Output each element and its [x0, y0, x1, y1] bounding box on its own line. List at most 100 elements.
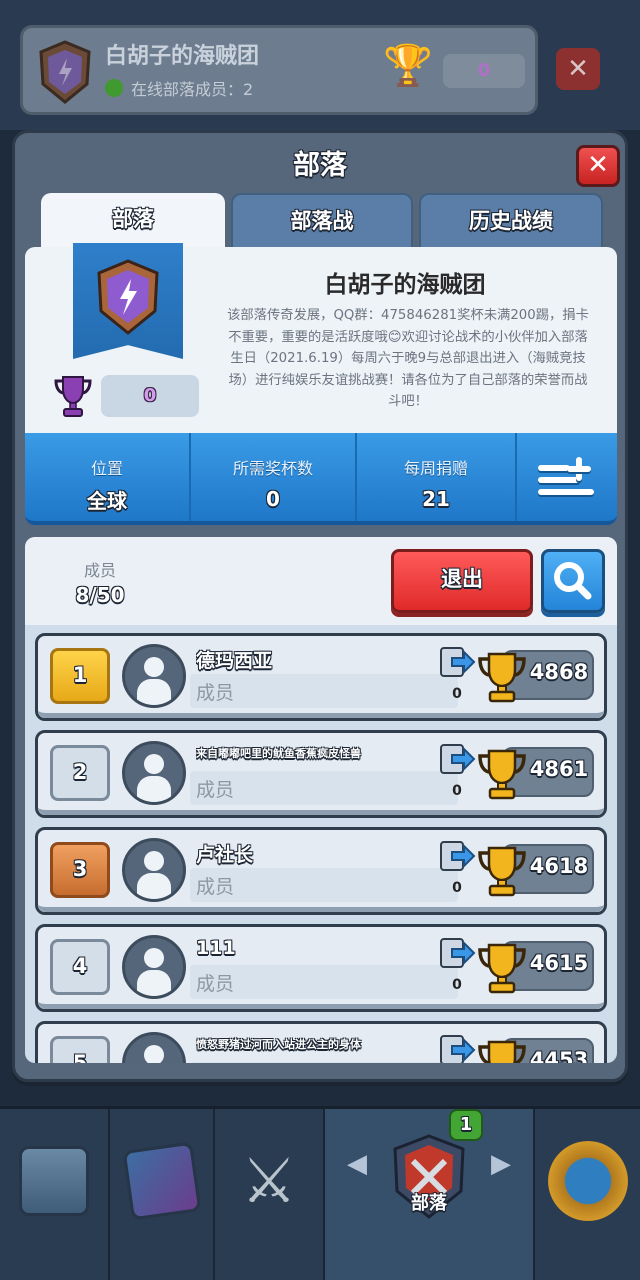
member-role: 成员: [196, 779, 235, 801]
online-members: 在线部落成员：2: [105, 76, 253, 100]
card-donation-icon: [440, 744, 476, 774]
member-row[interactable]: 2 来自嘟嘟吧里的鱿鱼香蕉疯皮怪兽成员 0 4861: [35, 730, 607, 818]
trophy-icon: [478, 749, 526, 800]
tab-war-history[interactable]: 历史战绩: [419, 193, 603, 249]
members-header: 成员 8/50 退出: [25, 537, 617, 625]
stat-location: 位置 全球: [25, 433, 191, 521]
member-rank: 2: [50, 745, 110, 801]
member-row-inner: 2 来自嘟嘟吧里的鱿鱼香蕉疯皮怪兽成员 0 4861: [38, 733, 604, 815]
avatar-icon: [122, 741, 186, 805]
clan-badge-icon: [97, 259, 159, 335]
online-members-label: 在线部落成员：2: [131, 80, 254, 99]
member-role: 成员: [196, 973, 235, 995]
member-donations: 0: [452, 977, 462, 993]
clan-stats-bar: 位置 全球 所需奖杯数 0 每周捐赠 21: [25, 433, 617, 525]
member-name: 111: [196, 937, 236, 959]
clan-notification-badge: 1: [449, 1109, 483, 1141]
treasure-chest-icon: [19, 1146, 89, 1216]
trophy-icon: [478, 846, 526, 897]
members-label: 成员: [83, 561, 116, 580]
member-row-inner: 3 卢社长成员 0 4618: [38, 830, 604, 912]
clan-name: 白胡子的海贼团: [324, 272, 486, 298]
search-icon: [554, 562, 592, 600]
search-button[interactable]: [541, 549, 605, 613]
members-count: 8/50: [75, 583, 125, 607]
members-list[interactable]: 1 德玛西亚 成员 0 4868 2 来自嘟嘟吧里的鱿鱼香蕉疯皮怪兽 成员 0 4861 3 卢社长成…: [25, 627, 617, 1063]
trophy-icon: 🏆: [383, 43, 433, 89]
stat-weekly-donations-value: 21: [422, 487, 450, 511]
nav-clan-label: 部落: [411, 1193, 447, 1214]
crossed-swords-icon: ⚔: [241, 1144, 297, 1217]
background-header: 白胡子的海贼团 在线部落成员：2 🏆 0 ✕: [0, 0, 640, 130]
avatar-icon: [122, 1032, 186, 1063]
arrow-right-icon: ▶: [491, 1149, 511, 1179]
avatar-icon: [122, 644, 186, 708]
member-rank: 1: [50, 648, 110, 704]
member-rank: 5: [50, 1036, 110, 1063]
card-donation-icon: [440, 647, 476, 677]
bottom-navigation: ⚔ ◀ 1 部落 ▶: [0, 1106, 640, 1280]
panel-title: 部落: [293, 150, 347, 181]
member-role: 成员: [196, 682, 235, 704]
member-row[interactable]: 5愤怒野猪过河而入站进公主的身体成员04453: [35, 1021, 607, 1063]
clan-panel: 部落 ✕ 部落 部落战 历史战绩 0 白胡子的海贼团 该部落传奇发展，QQ群：4…: [12, 130, 628, 1082]
clan-trophy-count: 0: [101, 375, 199, 417]
stat-required-trophies-value: 0: [266, 487, 280, 511]
member-row[interactable]: 1 德玛西亚成员 0 4868: [35, 633, 607, 721]
member-trophies: 4618: [529, 854, 589, 878]
member-trophies: 4868: [529, 660, 589, 684]
background-clan-card: 白胡子的海贼团 在线部落成员：2 🏆 0: [20, 25, 538, 115]
member-row-inner: 4 111 成员 0 4615: [38, 927, 604, 1009]
tab-clan-war[interactable]: 部落战: [231, 193, 413, 249]
stat-required-trophies: 所需奖杯数 0: [191, 433, 357, 521]
stat-weekly-donations-label: 每周捐赠: [403, 459, 468, 478]
online-status-icon: [105, 79, 123, 97]
background-clan-name: 白胡子的海贼团: [105, 44, 260, 69]
member-trophies: 4453: [529, 1048, 589, 1063]
close-button[interactable]: ✕: [576, 145, 620, 187]
leave-clan-button[interactable]: 退出: [391, 549, 533, 613]
trophy-icon: [54, 376, 92, 417]
card-donation-icon: [440, 938, 476, 968]
card-donation-icon: [440, 1035, 476, 1063]
member-row[interactable]: 3 卢社长成员 0 4618: [35, 827, 607, 915]
avatar-icon: [122, 838, 186, 902]
stat-weekly-donations: 每周捐赠 21: [357, 433, 517, 521]
member-trophies: 4861: [529, 757, 589, 781]
member-donations: 0: [452, 880, 462, 896]
clan-info-card: 0 白胡子的海贼团 该部落传奇发展，QQ群：475846281奖杯未满200踢，…: [25, 243, 617, 433]
member-role: 成员: [196, 876, 235, 898]
member-rank: 4: [50, 939, 110, 995]
clan-description: 该部落传奇发展，QQ群：475846281奖杯未满200踢，捐卡不重要，重要的是…: [227, 308, 589, 410]
more-options-button[interactable]: [517, 433, 615, 521]
nav-clan[interactable]: ◀ 1 部落 ▶: [325, 1109, 535, 1280]
nav-shop[interactable]: [0, 1109, 110, 1280]
nav-events[interactable]: [535, 1109, 640, 1280]
member-rank: 3: [50, 842, 110, 898]
member-name: 德玛西亚: [196, 650, 273, 672]
member-donations: 0: [452, 783, 462, 799]
menu-plus-icon: [538, 457, 594, 497]
avatar-icon: [122, 935, 186, 999]
member-name: 来自嘟嘟吧里的鱿鱼香蕉疯皮怪兽: [196, 747, 361, 760]
stat-location-label: 位置: [90, 459, 123, 478]
background-trophy-count: 0: [443, 54, 525, 88]
trophy-icon: [478, 1040, 526, 1063]
member-row-inner: 5愤怒野猪过河而入站进公主的身体成员04453: [38, 1024, 604, 1063]
member-row-inner: 1 德玛西亚成员 0 4868: [38, 636, 604, 718]
stat-required-trophies-label: 所需奖杯数: [232, 459, 313, 478]
laurel-events-icon: [547, 1141, 628, 1221]
member-row[interactable]: 4 111 成员 0 4615: [35, 924, 607, 1012]
cards-icon: [121, 1141, 202, 1221]
trophy-icon: [478, 652, 526, 703]
nav-battle[interactable]: ⚔: [215, 1109, 325, 1280]
tab-clan[interactable]: 部落: [41, 193, 225, 249]
member-name: 卢社长: [196, 844, 254, 866]
arrow-left-icon: ◀: [347, 1149, 367, 1179]
nav-cards[interactable]: [110, 1109, 215, 1280]
clan-badge-icon: [39, 40, 91, 104]
members-card: 成员 8/50 退出 1 德玛西亚 成员 0 4868 2 来自嘟嘟吧里的鱿鱼香蕉疯皮怪兽成…: [25, 537, 617, 1063]
stat-location-value: 全球: [87, 489, 127, 513]
member-donations: 0: [452, 686, 462, 702]
member-name: 愤怒野猪过河而入站进公主的身体: [196, 1038, 361, 1051]
